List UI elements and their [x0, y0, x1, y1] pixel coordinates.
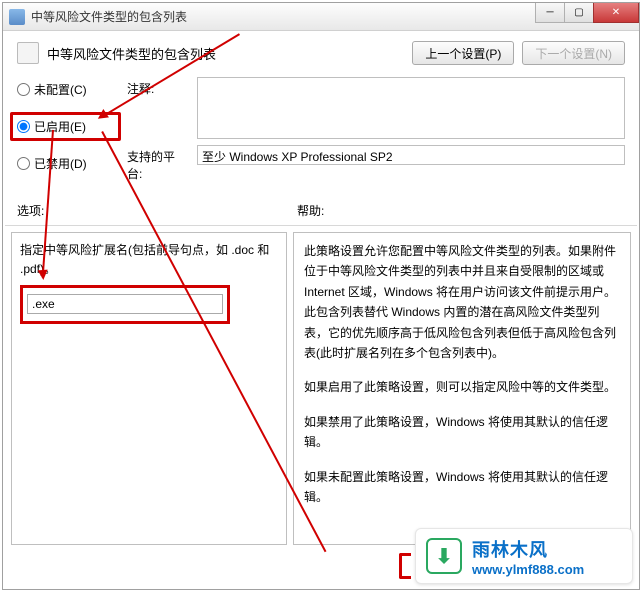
radio-enabled-label: 已启用(E): [34, 118, 86, 135]
header-row: 中等风险文件类型的包含列表 上一个设置(P) 下一个设置(N): [3, 31, 639, 71]
policy-editor-window: 中等风险文件类型的包含列表 ─ ▢ ✕ 中等风险文件类型的包含列表 上一个设置(…: [2, 2, 640, 590]
help-text-3: 如果禁用了此策略设置，Windows 将使用其默认的信任逻辑。: [304, 412, 620, 453]
help-text-2: 如果启用了此策略设置，则可以指定风险中等的文件类型。: [304, 377, 620, 397]
window-title: 中等风险文件类型的包含列表: [31, 8, 187, 25]
app-icon: [9, 9, 25, 25]
minimize-button[interactable]: ─: [535, 3, 565, 23]
maximize-button[interactable]: ▢: [564, 3, 594, 23]
extensions-input[interactable]: [27, 294, 223, 314]
comment-label: 注释:: [127, 77, 189, 97]
radio-not-configured[interactable]: 未配置(C): [17, 81, 117, 98]
help-panel: 此策略设置允许您配置中等风险文件类型的列表。如果附件位于中等风险文件类型的列表中…: [293, 232, 631, 545]
annotation-highlight-ok: [399, 553, 411, 579]
platform-row: 支持的平台: 至少 Windows XP Professional SP2: [127, 145, 625, 182]
radio-not-configured-input[interactable]: [17, 83, 30, 96]
watermark-text: 雨林木风 www.ylmf888.com: [472, 536, 584, 577]
watermark: ⬇ 雨林木风 www.ylmf888.com: [415, 528, 633, 584]
config-right-column: 注释: 支持的平台: 至少 Windows XP Professional SP…: [127, 77, 625, 188]
platform-value: 至少 Windows XP Professional SP2: [197, 145, 625, 165]
section-labels: 选项: 帮助:: [3, 190, 639, 223]
help-text-4: 如果未配置此策略设置，Windows 将使用其默认的信任逻辑。: [304, 467, 620, 508]
comment-row: 注释:: [127, 77, 625, 139]
help-text-1: 此策略设置允许您配置中等风险文件类型的列表。如果附件位于中等风险文件类型的列表中…: [304, 241, 620, 363]
policy-icon: [17, 42, 39, 64]
annotation-highlight-input: [20, 285, 230, 323]
options-section-label: 选项:: [17, 202, 297, 219]
options-panel: 指定中等风险扩展名(包括前导句点，如 .doc 和 .pdf)。: [11, 232, 287, 545]
close-button[interactable]: ✕: [593, 3, 639, 23]
help-section-label: 帮助:: [297, 202, 324, 219]
config-area: 未配置(C) 已启用(E) 已禁用(D) 注释: 支持的平台: 至少 Windo…: [3, 71, 639, 190]
comment-textarea[interactable]: [197, 77, 625, 139]
prev-setting-button[interactable]: 上一个设置(P): [412, 41, 514, 65]
window-controls: ─ ▢ ✕: [536, 3, 639, 23]
radio-enabled-input[interactable]: [17, 120, 30, 133]
watermark-icon: ⬇: [426, 538, 462, 574]
watermark-title: 雨林木风: [472, 536, 584, 562]
radio-disabled-label: 已禁用(D): [34, 155, 87, 172]
page-title: 中等风险文件类型的包含列表: [47, 44, 404, 63]
panels-row: 指定中等风险扩展名(包括前导句点，如 .doc 和 .pdf)。 此策略设置允许…: [3, 226, 639, 545]
platform-label: 支持的平台:: [127, 145, 189, 182]
titlebar: 中等风险文件类型的包含列表 ─ ▢ ✕: [3, 3, 639, 31]
radio-disabled-input[interactable]: [17, 157, 30, 170]
radio-not-configured-label: 未配置(C): [34, 81, 87, 98]
radio-disabled[interactable]: 已禁用(D): [17, 155, 117, 172]
annotation-highlight-enabled: 已启用(E): [10, 112, 121, 141]
options-description: 指定中等风险扩展名(包括前导句点，如 .doc 和 .pdf)。: [20, 241, 278, 279]
radio-enabled[interactable]: 已启用(E): [17, 118, 114, 135]
watermark-url: www.ylmf888.com: [472, 562, 584, 577]
radio-column: 未配置(C) 已启用(E) 已禁用(D): [17, 77, 117, 188]
next-setting-button: 下一个设置(N): [522, 41, 625, 65]
